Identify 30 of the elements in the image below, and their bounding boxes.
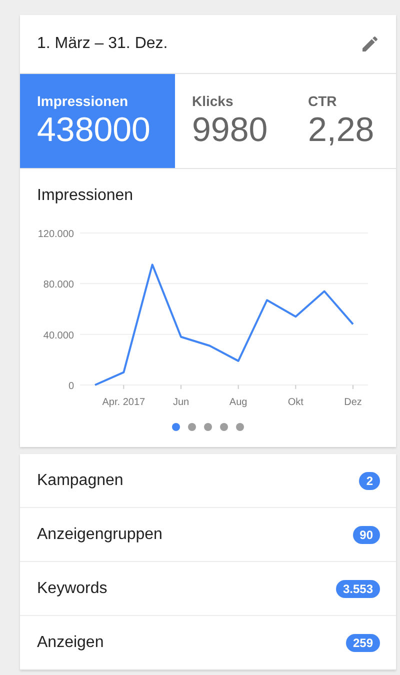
page-dot[interactable] <box>220 423 228 431</box>
count-badge: 259 <box>346 634 380 652</box>
summary-row[interactable]: Anzeigen 259 <box>20 616 396 670</box>
y-tick-label: 120.000 <box>38 229 74 240</box>
x-tick-label: Dez <box>344 397 362 408</box>
x-tick-label: Apr. 2017 <box>102 397 146 408</box>
page-dot[interactable] <box>236 423 244 431</box>
y-tick-label: 40.000 <box>43 330 74 342</box>
x-tick-label: Jun <box>172 397 190 408</box>
page-dot[interactable] <box>188 423 196 431</box>
summary-row[interactable]: Anzeigengruppen 90 <box>20 508 396 562</box>
edit-icon[interactable] <box>360 34 380 54</box>
page-dot[interactable] <box>172 423 180 431</box>
row-label: Keywords <box>37 580 108 598</box>
count-badge: 90 <box>352 526 380 544</box>
row-label: Anzeigengruppen <box>37 526 162 544</box>
summary-row[interactable]: Keywords 3.553 <box>20 562 396 616</box>
row-label: Anzeigen <box>37 634 104 652</box>
row-label: Kampagnen <box>37 472 124 490</box>
chart-title: Impressionen <box>36 186 134 205</box>
y-tick-label: 80.000 <box>43 280 74 291</box>
x-tick-label: Aug <box>229 397 248 408</box>
summary-row[interactable]: Kampagnen 2 <box>20 454 396 508</box>
x-tick-label: Okt <box>288 397 304 408</box>
y-tick-label: 0 <box>68 381 74 392</box>
count-badge: 2 <box>359 472 380 490</box>
page-dot[interactable] <box>204 423 212 431</box>
date-range: 1. März – 31. Dez. <box>37 35 168 53</box>
metric-tab[interactable]: Impressionen 438000 <box>20 74 175 168</box>
count-badge: 3.553 <box>336 580 380 598</box>
